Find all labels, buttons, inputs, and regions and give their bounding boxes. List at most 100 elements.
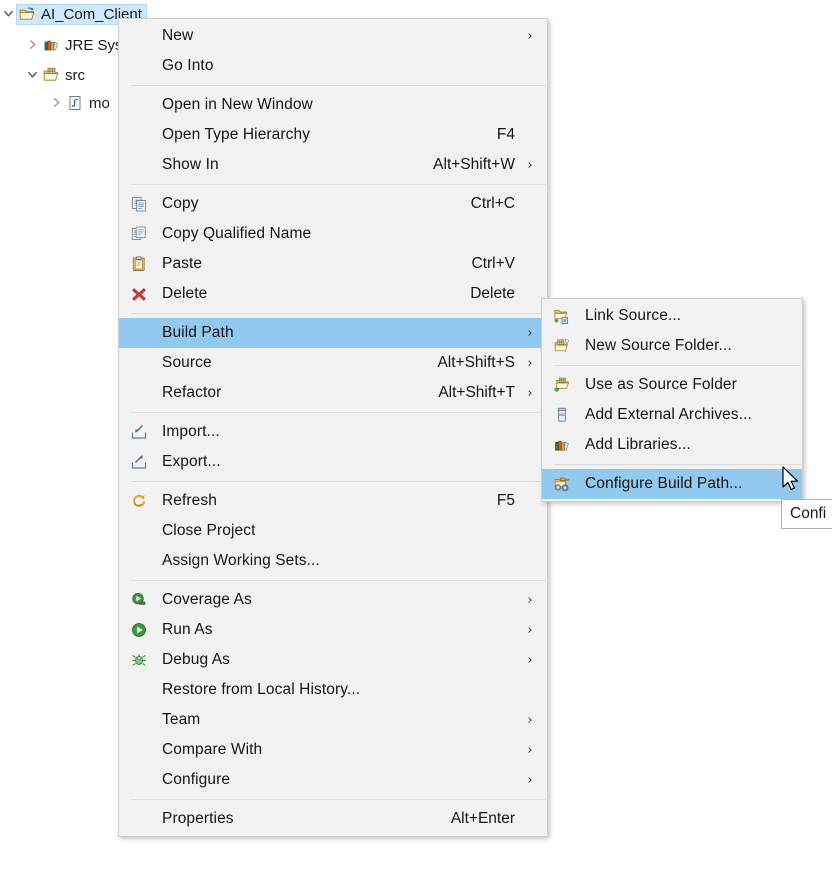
add-external-archives-icon: 010	[554, 407, 576, 423]
menu-item-refresh[interactable]: RefreshF5›	[119, 486, 547, 516]
menu-item-label: Build Path	[162, 324, 234, 341]
delete-icon	[131, 286, 153, 302]
menu-item-build-path[interactable]: Build Path ›	[119, 318, 547, 348]
tree-item-jre-sys[interactable]: JRE Sys	[0, 33, 128, 57]
tree-item-src[interactable]: src	[0, 63, 90, 87]
menu-item-label: Restore from Local History...	[162, 681, 361, 698]
menu-item-label: Copy	[162, 195, 199, 212]
menu-item-coverage-as[interactable]: Coverage As ›	[119, 585, 547, 615]
menu-separator	[554, 464, 801, 465]
chevron-right-icon[interactable]	[48, 97, 64, 110]
menu-item-label: Refactor	[162, 384, 222, 401]
menu-item-export[interactable]: Export...›	[119, 447, 547, 477]
menu-icon-placeholder	[131, 97, 153, 113]
menu-item-label: Use as Source Folder	[585, 376, 737, 393]
configure-build-path-tooltip: Confi	[781, 499, 832, 529]
menu-item-add-libraries[interactable]: Add Libraries...›	[542, 430, 802, 460]
menu-icon-placeholder	[131, 355, 153, 371]
menu-item-label: Properties	[162, 810, 234, 827]
menu-item-shortcut: Alt+Shift+W	[433, 156, 515, 173]
menu-item-delete[interactable]: DeleteDelete›	[119, 279, 547, 309]
tree-item-label: src	[65, 66, 85, 84]
tree-item-label: mo	[89, 94, 110, 112]
menu-item-copy-qualified-name[interactable]: Copy Qualified Name›	[119, 219, 547, 249]
menu-item-refactor[interactable]: Refactor Alt+Shift+T ›	[119, 378, 547, 408]
menu-item-compare-with[interactable]: Compare With ›	[119, 735, 547, 765]
link-source-icon	[554, 308, 576, 324]
chevron-down-icon[interactable]	[24, 69, 40, 82]
menu-separator	[131, 481, 546, 482]
menu-item-label: Open in New Window	[162, 96, 313, 113]
menu-item-go-into[interactable]: Go Into›	[119, 51, 547, 81]
menu-item-run-as[interactable]: Run As ›	[119, 615, 547, 645]
menu-item-shortcut: Alt+Enter	[450, 810, 515, 827]
menu-item-assign-working-sets[interactable]: Assign Working Sets...›	[119, 546, 547, 576]
menu-item-label: Go Into	[162, 57, 214, 74]
add-libraries-icon	[554, 437, 576, 453]
menu-item-label: Configure Build Path...	[585, 475, 743, 492]
menu-item-use-as-source-folder[interactable]: Use as Source Folder›	[542, 370, 802, 400]
menu-item-label: New	[162, 27, 194, 44]
menu-item-properties[interactable]: PropertiesAlt+Enter›	[119, 804, 547, 834]
submenu-arrow-icon: ›	[527, 355, 533, 371]
menu-icon-placeholder	[131, 742, 153, 758]
menu-item-add-external-archives[interactable]: 010Add External Archives...›	[542, 400, 802, 430]
menu-separator	[131, 799, 546, 800]
chevron-right-icon[interactable]	[24, 39, 40, 52]
menu-item-label: Team	[162, 711, 201, 728]
submenu-arrow-icon: ›	[527, 385, 533, 401]
menu-icon-placeholder	[131, 28, 153, 44]
menu-item-link-source[interactable]: Link Source...›	[542, 301, 802, 331]
menu-item-close-project[interactable]: Close Project›	[119, 516, 547, 546]
menu-item-label: Link Source...	[585, 307, 682, 324]
menu-item-label: Copy Qualified Name	[162, 225, 312, 242]
menu-icon-placeholder	[131, 325, 153, 341]
menu-item-shortcut: F5	[496, 492, 515, 509]
menu-item-source[interactable]: Source Alt+Shift+S ›	[119, 348, 547, 378]
menu-item-label: Delete	[162, 285, 208, 302]
menu-item-shortcut: Ctrl+C	[470, 195, 515, 212]
menu-item-label: Open Type Hierarchy	[162, 126, 311, 143]
menu-item-import[interactable]: Import...›	[119, 417, 547, 447]
menu-item-label: Export...	[162, 453, 221, 470]
chevron-down-icon[interactable]	[0, 8, 16, 21]
copy-qualified-icon	[131, 226, 153, 242]
menu-item-open-type-hierarchy[interactable]: Open Type HierarchyF4›	[119, 120, 547, 150]
submenu-arrow-icon: ›	[527, 772, 533, 788]
menu-item-restore-from-local-history[interactable]: Restore from Local History...›	[119, 675, 547, 705]
tooltip-text: Confi	[790, 505, 827, 522]
debug-icon	[131, 652, 153, 668]
new-source-folder-icon	[554, 338, 576, 354]
menu-item-label: Debug As	[162, 651, 231, 668]
menu-item-open-in-new-window[interactable]: Open in New Window›	[119, 90, 547, 120]
menu-item-label: Close Project	[162, 522, 256, 539]
copy-icon	[131, 196, 153, 212]
submenu-arrow-icon: ›	[527, 742, 533, 758]
menu-item-paste[interactable]: PasteCtrl+V›	[119, 249, 547, 279]
build-path-submenu[interactable]: Link Source...›New Source Folder...› Use …	[541, 298, 803, 502]
menu-item-new-source-folder[interactable]: New Source Folder...›	[542, 331, 802, 361]
submenu-arrow-icon: ›	[527, 325, 533, 341]
project-context-menu[interactable]: New›Go Into›Open in New Window›Open Type…	[118, 18, 548, 837]
paste-icon	[131, 256, 153, 272]
menu-icon-placeholder	[131, 127, 153, 143]
menu-item-configure-build-path[interactable]: Configure Build Path...›	[542, 469, 802, 499]
menu-icon-placeholder	[131, 523, 153, 539]
menu-item-team[interactable]: Team ›	[119, 705, 547, 735]
menu-item-debug-as[interactable]: Debug As ›	[119, 645, 547, 675]
menu-item-label: Add Libraries...	[585, 436, 691, 453]
submenu-arrow-icon: ›	[527, 157, 533, 173]
menu-item-new[interactable]: New ›	[119, 21, 547, 51]
menu-icon-placeholder	[131, 772, 153, 788]
menu-item-configure[interactable]: Configure ›	[119, 765, 547, 795]
menu-icon-placeholder	[131, 157, 153, 173]
tree-item-mo[interactable]: mo	[0, 91, 115, 115]
menu-item-label: Show In	[162, 156, 219, 173]
submenu-arrow-icon: ›	[527, 28, 533, 44]
menu-item-copy[interactable]: CopyCtrl+C›	[119, 189, 547, 219]
menu-icon-placeholder	[131, 682, 153, 698]
menu-item-shortcut: F4	[496, 126, 515, 143]
menu-item-show-in[interactable]: Show In Alt+Shift+W ›	[119, 150, 547, 180]
menu-item-shortcut: Alt+Shift+S	[437, 354, 515, 371]
menu-item-label: New Source Folder...	[585, 337, 732, 354]
